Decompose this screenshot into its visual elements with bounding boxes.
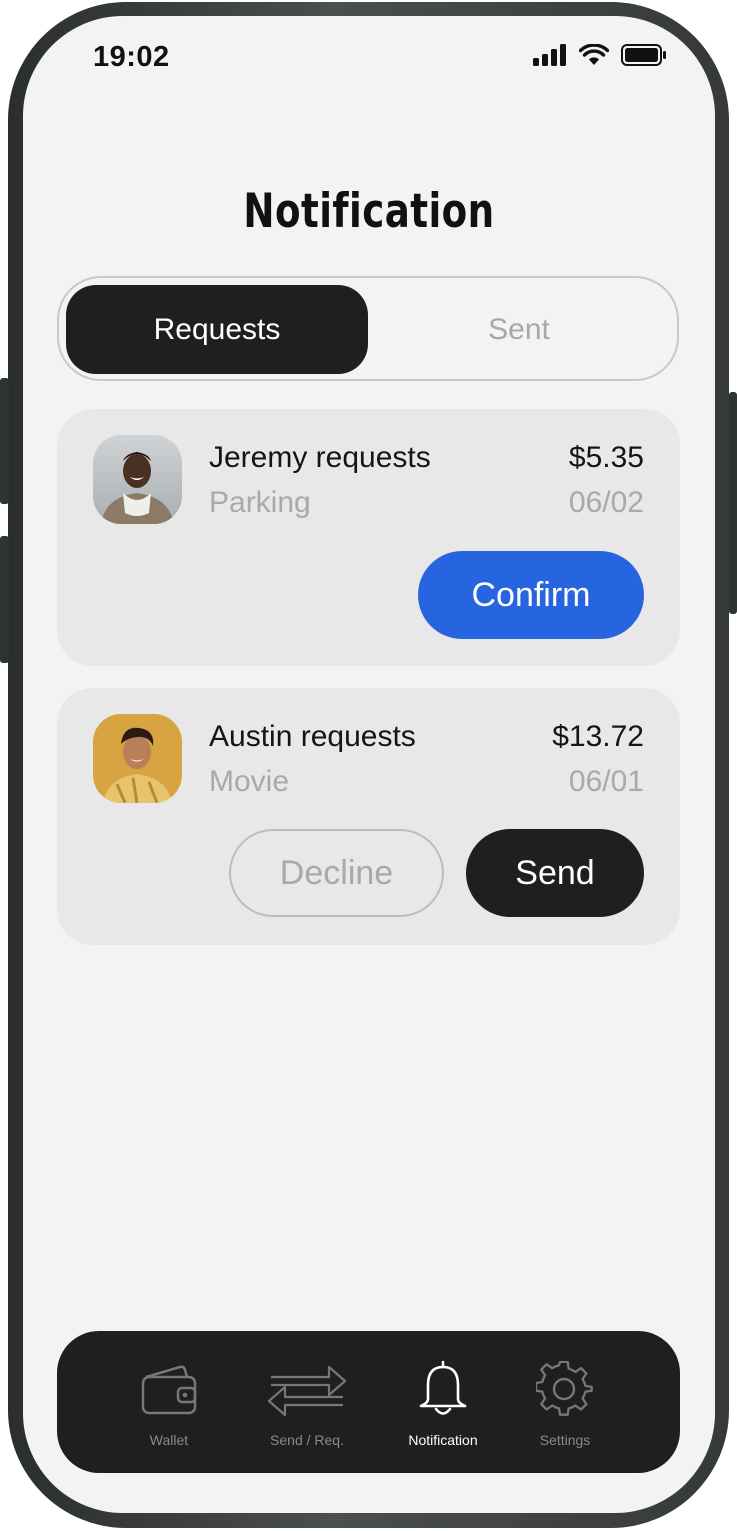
tab-requests[interactable]: Requests: [66, 285, 368, 374]
side-button-right: [729, 392, 737, 614]
request-card: Jeremy requests Parking $5.35 06/02 Conf…: [57, 409, 680, 666]
nav-notification[interactable]: Notification: [383, 1331, 503, 1473]
request-date: 06/01: [568, 765, 644, 798]
nav-label: Notification: [408, 1432, 478, 1448]
confirm-button[interactable]: Confirm: [418, 551, 644, 639]
nav-label: Wallet: [149, 1432, 189, 1448]
nav-send-request[interactable]: Send / Req.: [247, 1331, 367, 1473]
side-button-left-bottom: [0, 536, 9, 663]
requester-name: Jeremy requests: [209, 441, 431, 474]
nav-label: Settings: [539, 1432, 591, 1448]
request-amount: $13.72: [552, 720, 644, 753]
request-card: Austin requests Movie $13.72 06/01 Decli…: [57, 688, 680, 945]
requester-name: Austin requests: [209, 720, 416, 753]
bell-icon: [419, 1360, 467, 1415]
transfer-arrows-icon: [267, 1365, 347, 1417]
avatar: [93, 435, 182, 524]
nav-label: Send / Req.: [270, 1432, 344, 1448]
status-time: 19:02: [93, 41, 170, 73]
request-reason: Movie: [209, 765, 290, 798]
tab-sent[interactable]: Sent: [368, 285, 670, 374]
segmented-control: Requests Sent: [57, 276, 679, 381]
decline-button[interactable]: Decline: [229, 829, 444, 917]
nav-settings[interactable]: Settings: [505, 1331, 625, 1473]
wifi-icon: [579, 44, 609, 65]
bottom-tab-bar: Wallet Send / Req. Notification Settings: [57, 1331, 680, 1473]
send-button[interactable]: Send: [466, 829, 644, 917]
request-amount: $5.35: [568, 441, 644, 474]
page-title: Notification: [243, 184, 495, 239]
cellular-signal-icon: [533, 44, 566, 66]
gear-icon: [536, 1361, 593, 1416]
request-reason: Parking: [209, 486, 311, 519]
battery-icon: [621, 44, 666, 66]
request-date: 06/02: [568, 486, 644, 519]
side-button-left-top: [0, 378, 9, 504]
wallet-icon: [141, 1365, 197, 1415]
phone-screen: 19:02 Notification Requests Sent Jeremy …: [23, 16, 715, 1513]
nav-wallet[interactable]: Wallet: [109, 1331, 229, 1473]
status-icons: [533, 44, 667, 66]
avatar: [93, 714, 182, 803]
